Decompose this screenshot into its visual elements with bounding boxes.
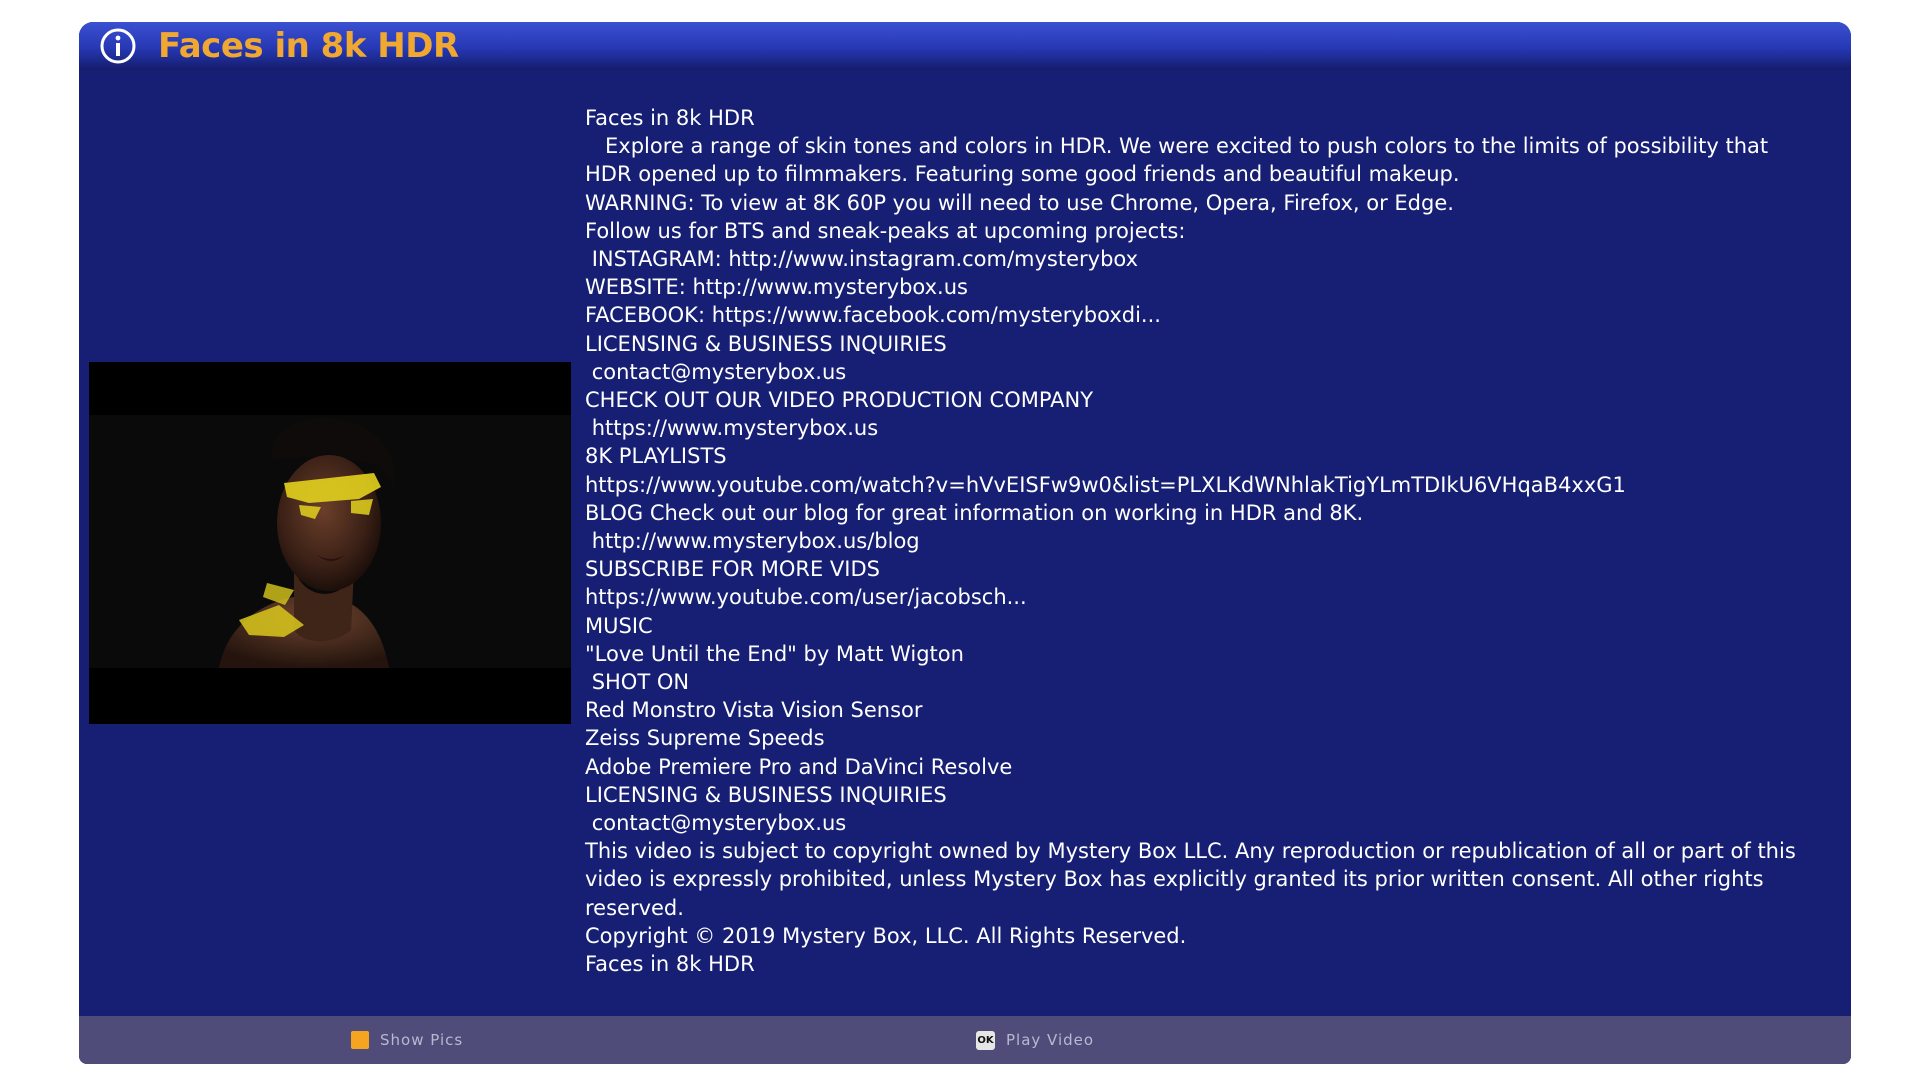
play-video-button[interactable]: OK Play Video bbox=[976, 1016, 1094, 1064]
description-line: "Love Until the End" by Matt Wigton bbox=[585, 641, 964, 666]
info-dialog: Faces in 8k HDR Faces in 8k HDR Explore … bbox=[79, 22, 1851, 1064]
description-line: WEBSITE: http://www.mysterybox.us bbox=[585, 275, 968, 300]
video-thumbnail bbox=[89, 362, 571, 724]
dialog-title: Faces in 8k HDR bbox=[158, 26, 459, 66]
description-line: LICENSING & BUSINESS INQUIRIES bbox=[585, 331, 947, 356]
description-line: 8K PLAYLISTS bbox=[585, 444, 727, 469]
footer-bar: Show Pics OK Play Video bbox=[79, 1016, 1851, 1064]
description-line: LICENSING & BUSINESS INQUIRIES bbox=[585, 782, 947, 807]
description-line: https://www.youtube.com/watch?v=hVvEISFw… bbox=[585, 472, 1626, 497]
show-pics-label: Show Pics bbox=[380, 1031, 464, 1049]
description-line: http://www.mysterybox.us/blog bbox=[585, 529, 920, 554]
description-line: Faces in 8k HDR bbox=[585, 106, 755, 130]
description-line: video is expressly prohibited, unless My… bbox=[585, 867, 1764, 892]
description-line: https://www.youtube.com/user/jacobsch... bbox=[585, 585, 1027, 610]
dialog-title-bar: Faces in 8k HDR bbox=[79, 22, 1851, 70]
description-line: MUSIC bbox=[585, 613, 653, 638]
video-description: Faces in 8k HDR Explore a range of skin … bbox=[585, 104, 1825, 978]
description-line: FACEBOOK: https://www.facebook.com/myste… bbox=[585, 303, 1161, 328]
description-line: contact@mysterybox.us bbox=[585, 811, 847, 836]
description-line: reserved. bbox=[585, 895, 684, 920]
description-line: SUBSCRIBE FOR MORE VIDS bbox=[585, 557, 880, 582]
info-icon bbox=[100, 28, 136, 64]
description-line: WARNING: To view at 8K 60P you will need… bbox=[585, 190, 1454, 215]
description-line: CHECK OUT OUR VIDEO PRODUCTION COMPANY bbox=[585, 388, 1094, 413]
description-line: INSTAGRAM: http://www.instagram.com/myst… bbox=[585, 247, 1139, 272]
description-line: This video is subject to copyright owned… bbox=[585, 839, 1796, 864]
show-pics-button[interactable]: Show Pics bbox=[351, 1016, 463, 1064]
description-line: https://www.mysterybox.us bbox=[585, 416, 879, 441]
description-line: Follow us for BTS and sneak-peaks at upc… bbox=[585, 218, 1186, 243]
description-line: Faces in 8k HDR bbox=[585, 952, 755, 977]
description-line: Red Monstro Vista Vision Sensor bbox=[585, 698, 923, 723]
description-line: contact@mysterybox.us bbox=[585, 359, 847, 384]
description-line: Zeiss Supreme Speeds bbox=[585, 726, 825, 751]
description-line: HDR opened up to filmmakers. Featuring s… bbox=[585, 162, 1460, 187]
description-line: Adobe Premiere Pro and DaVinci Resolve bbox=[585, 754, 1013, 779]
description-line: Explore a range of skin tones and colors… bbox=[585, 134, 1769, 159]
thumbnail-image bbox=[89, 415, 571, 668]
description-line: Copyright © 2019 Mystery Box, LLC. All R… bbox=[585, 923, 1187, 948]
description-line: SHOT ON bbox=[585, 670, 690, 695]
play-video-label: Play Video bbox=[1006, 1031, 1095, 1049]
ok-key-icon: OK bbox=[976, 1030, 995, 1050]
yellow-key-icon bbox=[351, 1031, 369, 1049]
description-line: BLOG Check out our blog for great inform… bbox=[585, 500, 1364, 525]
